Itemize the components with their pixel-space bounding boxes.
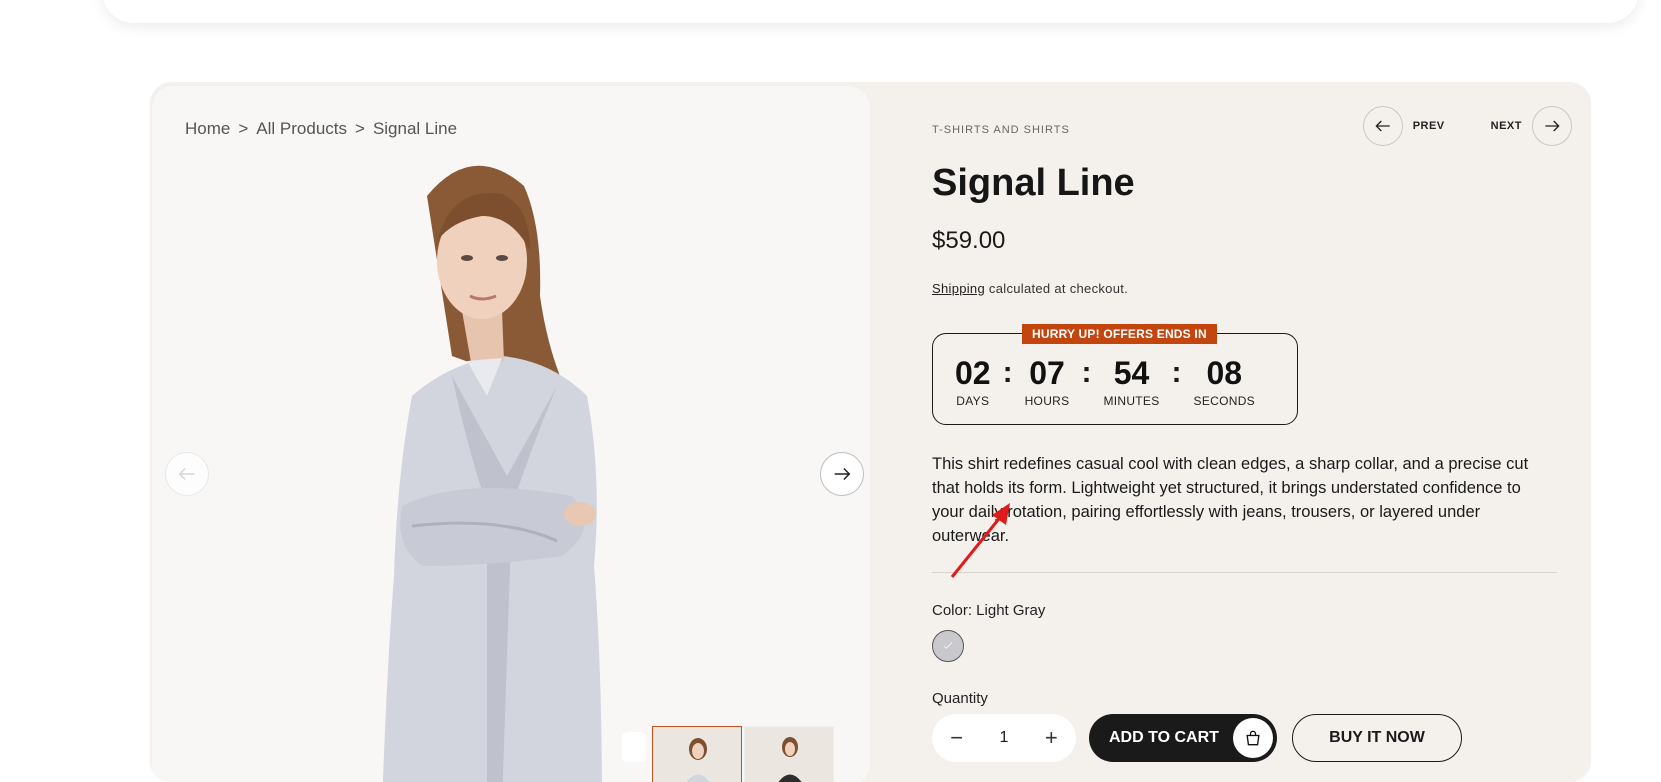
thumbnail-image: [778, 737, 802, 782]
breadcrumb: Home > All Products > Signal Line: [185, 119, 457, 139]
countdown-separator: :: [1171, 356, 1182, 389]
countdown-timer: HURRY UP! OFFERS ENDS IN 02 DAYS : 07 HO…: [932, 324, 1298, 425]
minutes-label: MINUTES: [1103, 394, 1160, 408]
bag-icon: [1233, 718, 1273, 758]
shipping-text: calculated at checkout.: [988, 281, 1129, 296]
product-media: Home > All Products > Signal Line: [152, 86, 870, 782]
buy-now-button[interactable]: BUY IT NOW: [1292, 714, 1462, 762]
prev-product-label[interactable]: PREV: [1413, 120, 1445, 132]
product-description: This shirt redefines casual cool with cl…: [932, 455, 1529, 545]
slideshow-pause-button[interactable]: [622, 732, 646, 762]
add-to-cart-button[interactable]: ADD TO CART: [1089, 714, 1277, 762]
quantity-decrease-button[interactable]: −: [950, 725, 963, 751]
days-value: 02: [955, 355, 991, 391]
shipping-note: Shipping calculated at checkout.: [932, 281, 1128, 296]
quantity-input[interactable]: 1: [1000, 729, 1009, 747]
image-prev-button[interactable]: [165, 452, 209, 496]
product-info: T-SHIRTS AND SHIRTS PREV NEXT Signal Lin…: [932, 82, 1572, 782]
product-price: $59.00: [932, 227, 1006, 254]
breadcrumb-current: Signal Line: [372, 119, 458, 138]
add-to-cart-label: ADD TO CART: [1109, 729, 1219, 746]
header-bar: [102, 0, 1639, 23]
divider: [932, 572, 1557, 573]
arrow-right-icon: [834, 467, 851, 481]
product-category[interactable]: T-SHIRTS AND SHIRTS: [932, 124, 1070, 136]
days-label: DAYS: [956, 394, 990, 408]
quantity-label: Quantity: [932, 690, 988, 707]
thumbnail-strip: [622, 726, 834, 782]
countdown-seconds: 08 SECONDS: [1194, 356, 1255, 408]
seconds-label: SECONDS: [1193, 394, 1255, 408]
countdown-hours: 07 HOURS: [1025, 356, 1070, 408]
breadcrumb-home[interactable]: Home: [185, 119, 230, 139]
hours-label: HOURS: [1024, 394, 1070, 408]
minutes-value: 54: [1113, 355, 1150, 391]
breadcrumb-separator: >: [355, 119, 365, 138]
countdown-separator: :: [1081, 356, 1092, 389]
product-card: Home > All Products > Signal Line T-SHIR…: [150, 82, 1591, 782]
arrow-right-icon: [1545, 120, 1560, 132]
countdown-separator: :: [1002, 356, 1013, 389]
product-pager: PREV NEXT: [1362, 106, 1572, 146]
quantity-stepper: − 1 +: [932, 714, 1076, 762]
product-title: Signal Line: [932, 162, 1135, 204]
next-product-button[interactable]: [1532, 106, 1572, 146]
quantity-increase-button[interactable]: +: [1045, 725, 1058, 751]
thumbnail-image: [686, 738, 710, 782]
shipping-link[interactable]: Shipping: [932, 281, 985, 296]
thumbnail-2[interactable]: [744, 726, 834, 782]
countdown-banner: HURRY UP! OFFERS ENDS IN: [1022, 324, 1217, 344]
next-product-label[interactable]: NEXT: [1491, 120, 1522, 132]
countdown-minutes: 54 MINUTES: [1103, 356, 1159, 408]
prev-product-button[interactable]: [1362, 106, 1403, 146]
image-next-button[interactable]: [820, 452, 864, 496]
color-swatch-light-gray[interactable]: [932, 630, 964, 662]
seconds-value: 08: [1206, 355, 1243, 391]
arrow-left-icon: [178, 467, 195, 481]
arrow-left-icon: [1375, 120, 1390, 132]
product-image: [382, 165, 602, 782]
hours-value: 07: [1029, 355, 1065, 391]
check-icon: [943, 642, 953, 650]
buy-now-label: BUY IT NOW: [1329, 729, 1425, 746]
thumbnail-1[interactable]: [652, 726, 742, 782]
breadcrumb-all-products[interactable]: All Products: [256, 119, 347, 139]
color-label: Color: Light Gray: [932, 602, 1046, 619]
countdown-days: 02 DAYS: [955, 356, 991, 408]
breadcrumb-separator: >: [238, 119, 249, 138]
